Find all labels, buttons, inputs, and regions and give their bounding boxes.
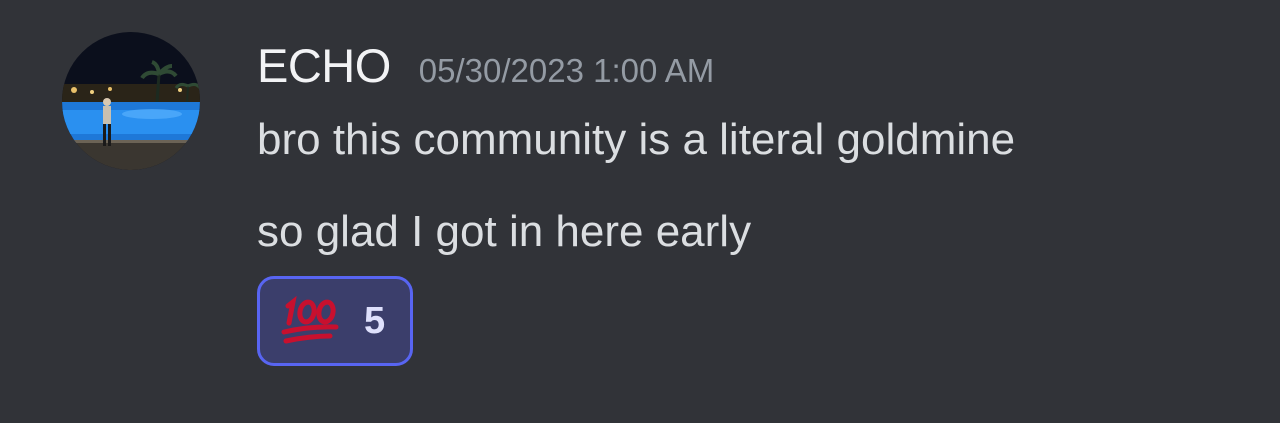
message-header: ECHO 05/30/2023 1:00 AM [257,38,1240,94]
reaction-bar: 5 [257,276,1240,366]
message-content: ECHO 05/30/2023 1:00 AM bro this communi… [257,38,1240,366]
message-text-line: bro this community is a literal goldmine [257,115,1016,164]
username[interactable]: ECHO [257,38,391,93]
timestamp: 05/30/2023 1:00 AM [418,52,715,89]
reaction-count: 5 [364,299,386,342]
avatar[interactable] [62,32,200,170]
message-text-line: so glad I got in here early [257,207,752,256]
avatar-image [62,32,200,170]
hundred-points-icon [280,296,340,346]
reaction-button[interactable]: 5 [257,276,413,366]
chat-message: ECHO 05/30/2023 1:00 AM bro this communi… [0,0,1280,423]
